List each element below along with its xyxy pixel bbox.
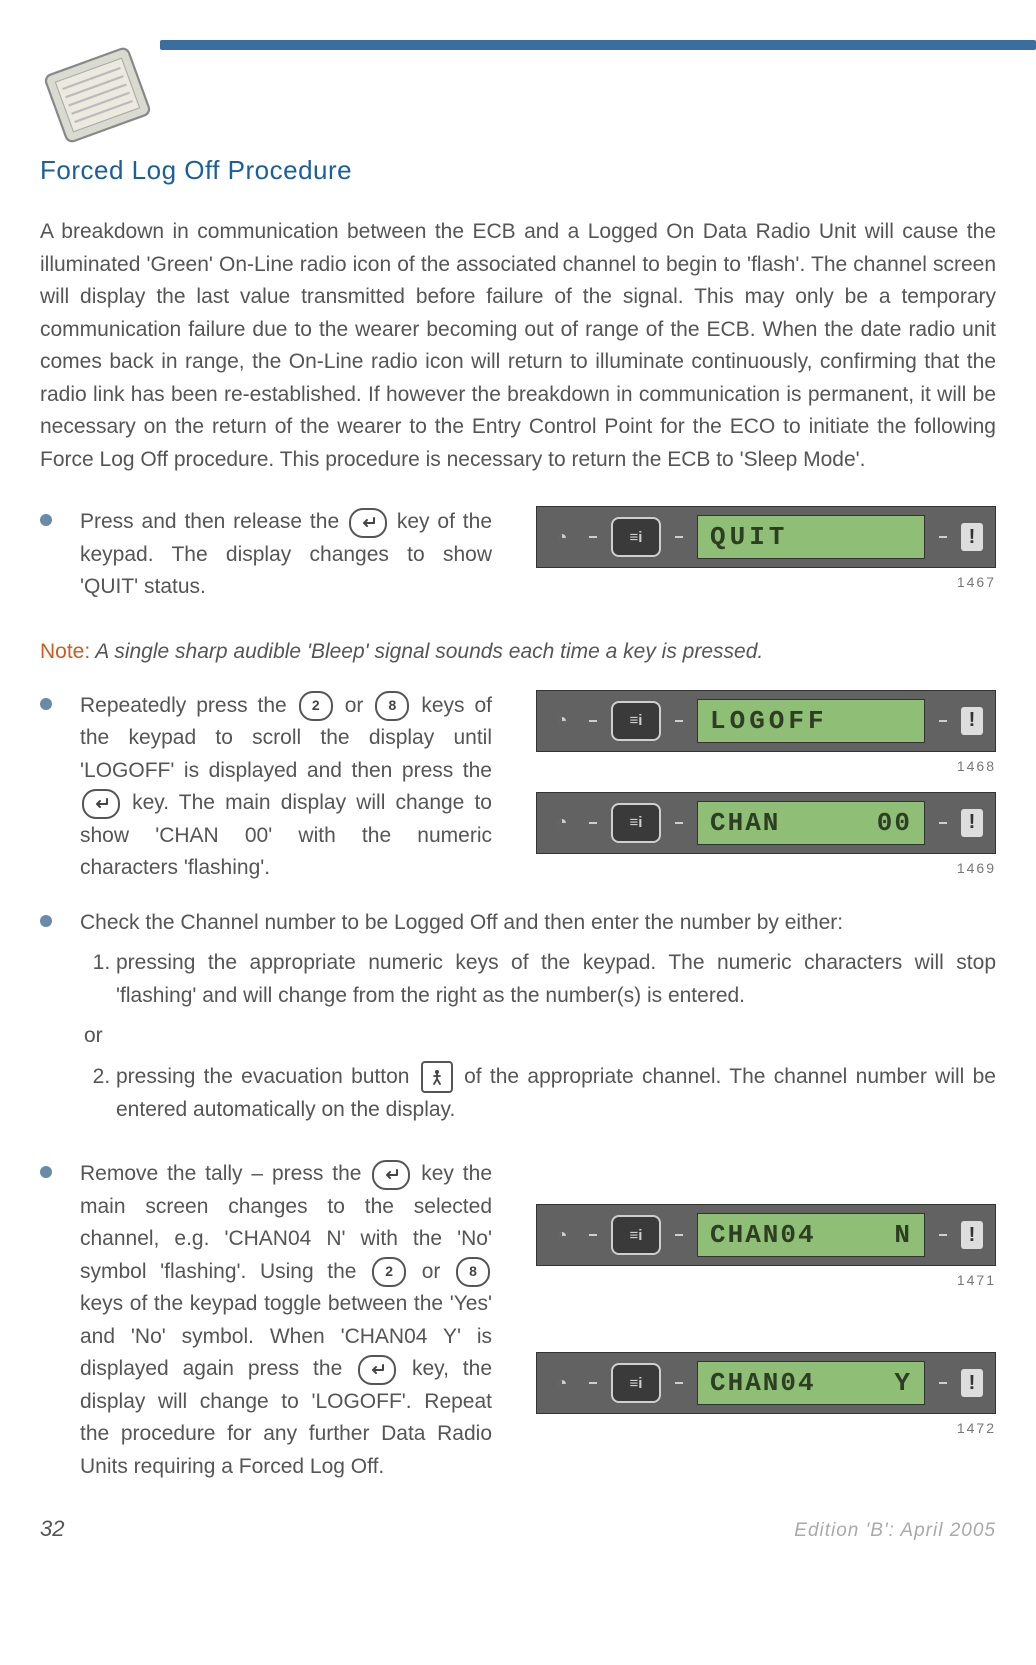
step1-pre: Press and then release the <box>80 510 339 533</box>
alert-icon: ! <box>961 523 983 551</box>
device-logo <box>25 24 171 167</box>
lcd-display-chan04y: ◔ ≡i CHAN04Y ! <box>536 1352 996 1414</box>
clock-icon: ◔ <box>549 524 575 550</box>
info-badge-icon: ≡i <box>611 517 661 557</box>
lcd-display-logoff: ◔ ≡i LOGOFF ! <box>536 690 996 752</box>
lcd-screen: QUIT <box>697 515 925 559</box>
page-footer: 32 Edition 'B': April 2005 <box>40 1516 996 1542</box>
key-2-icon: 2 <box>372 1257 406 1287</box>
bullet-icon <box>40 915 52 927</box>
step3-list: pressing the appropriate numeric keys of… <box>80 947 996 1012</box>
bullet-icon <box>40 514 52 526</box>
step3-list-2: pressing the evacuation button of the ap… <box>80 1061 996 1126</box>
step3-head: Check the Channel number to be Logged Of… <box>80 907 996 940</box>
alert-icon: ! <box>961 809 983 837</box>
edition-label: Edition 'B': April 2005 <box>794 1520 996 1542</box>
info-badge-icon: ≡i <box>611 1215 661 1255</box>
clock-icon: ◔ <box>549 1370 575 1396</box>
lcd-display-quit: ◔ ≡i QUIT ! <box>536 506 996 568</box>
figure-caption: 1468 <box>957 758 996 774</box>
clock-icon: ◔ <box>549 810 575 836</box>
step-3-text: Check the Channel number to be Logged Of… <box>80 907 996 1134</box>
lcd-screen: CHAN04N <box>697 1213 925 1257</box>
evacuation-button-icon <box>421 1061 453 1093</box>
alert-icon: ! <box>961 1369 983 1397</box>
step3-or: or <box>84 1020 996 1053</box>
info-badge-icon: ≡i <box>611 701 661 741</box>
step-4-text: Remove the tally – press the key the mai… <box>80 1158 492 1483</box>
step-2-text: Repeatedly press the 2 or 8 keys of the … <box>80 690 492 885</box>
page-number: 32 <box>40 1516 64 1542</box>
alert-icon: ! <box>961 707 983 735</box>
note-body: A single sharp audible 'Bleep' signal so… <box>90 640 763 663</box>
lcd-screen: LOGOFF <box>697 699 925 743</box>
key-8-icon: 8 <box>456 1257 490 1287</box>
step3-item-1: pressing the appropriate numeric keys of… <box>116 947 996 1012</box>
bullet-icon <box>40 1166 52 1178</box>
lcd-screen: CHAN04Y <box>697 1361 925 1405</box>
step3-item-2: pressing the evacuation button of the ap… <box>116 1061 996 1126</box>
header-rule <box>160 40 1036 50</box>
clock-icon: ◔ <box>549 708 575 734</box>
enter-key-icon <box>358 1355 396 1385</box>
step-1-text: Press and then release the key of the ke… <box>80 506 492 604</box>
section-title: Forced Log Off Procedure <box>40 155 996 186</box>
figure-caption: 1469 <box>957 860 996 876</box>
figure-caption: 1471 <box>957 1272 996 1288</box>
lcd-display-chan00: ◔ ≡i CHAN00 ! <box>536 792 996 854</box>
alert-icon: ! <box>961 1221 983 1249</box>
page: Forced Log Off Procedure A breakdown in … <box>0 40 1036 1552</box>
enter-key-icon <box>349 508 387 538</box>
intro-paragraph: A breakdown in communication between the… <box>40 216 996 476</box>
figure-caption: 1472 <box>957 1420 996 1436</box>
note-label: Note: <box>40 640 90 663</box>
clock-icon: ◔ <box>549 1222 575 1248</box>
bullet-icon <box>40 698 52 710</box>
lcd-screen: CHAN00 <box>697 801 925 845</box>
key-2-icon: 2 <box>299 691 333 721</box>
key-8-icon: 8 <box>375 691 409 721</box>
enter-key-icon <box>372 1160 410 1190</box>
figure-caption: 1467 <box>957 574 996 590</box>
lcd-display-chan04n: ◔ ≡i CHAN04N ! <box>536 1204 996 1266</box>
note-text: Note: A single sharp audible 'Bleep' sig… <box>40 636 996 668</box>
enter-key-icon <box>82 789 120 819</box>
info-badge-icon: ≡i <box>611 1363 661 1403</box>
info-badge-icon: ≡i <box>611 803 661 843</box>
